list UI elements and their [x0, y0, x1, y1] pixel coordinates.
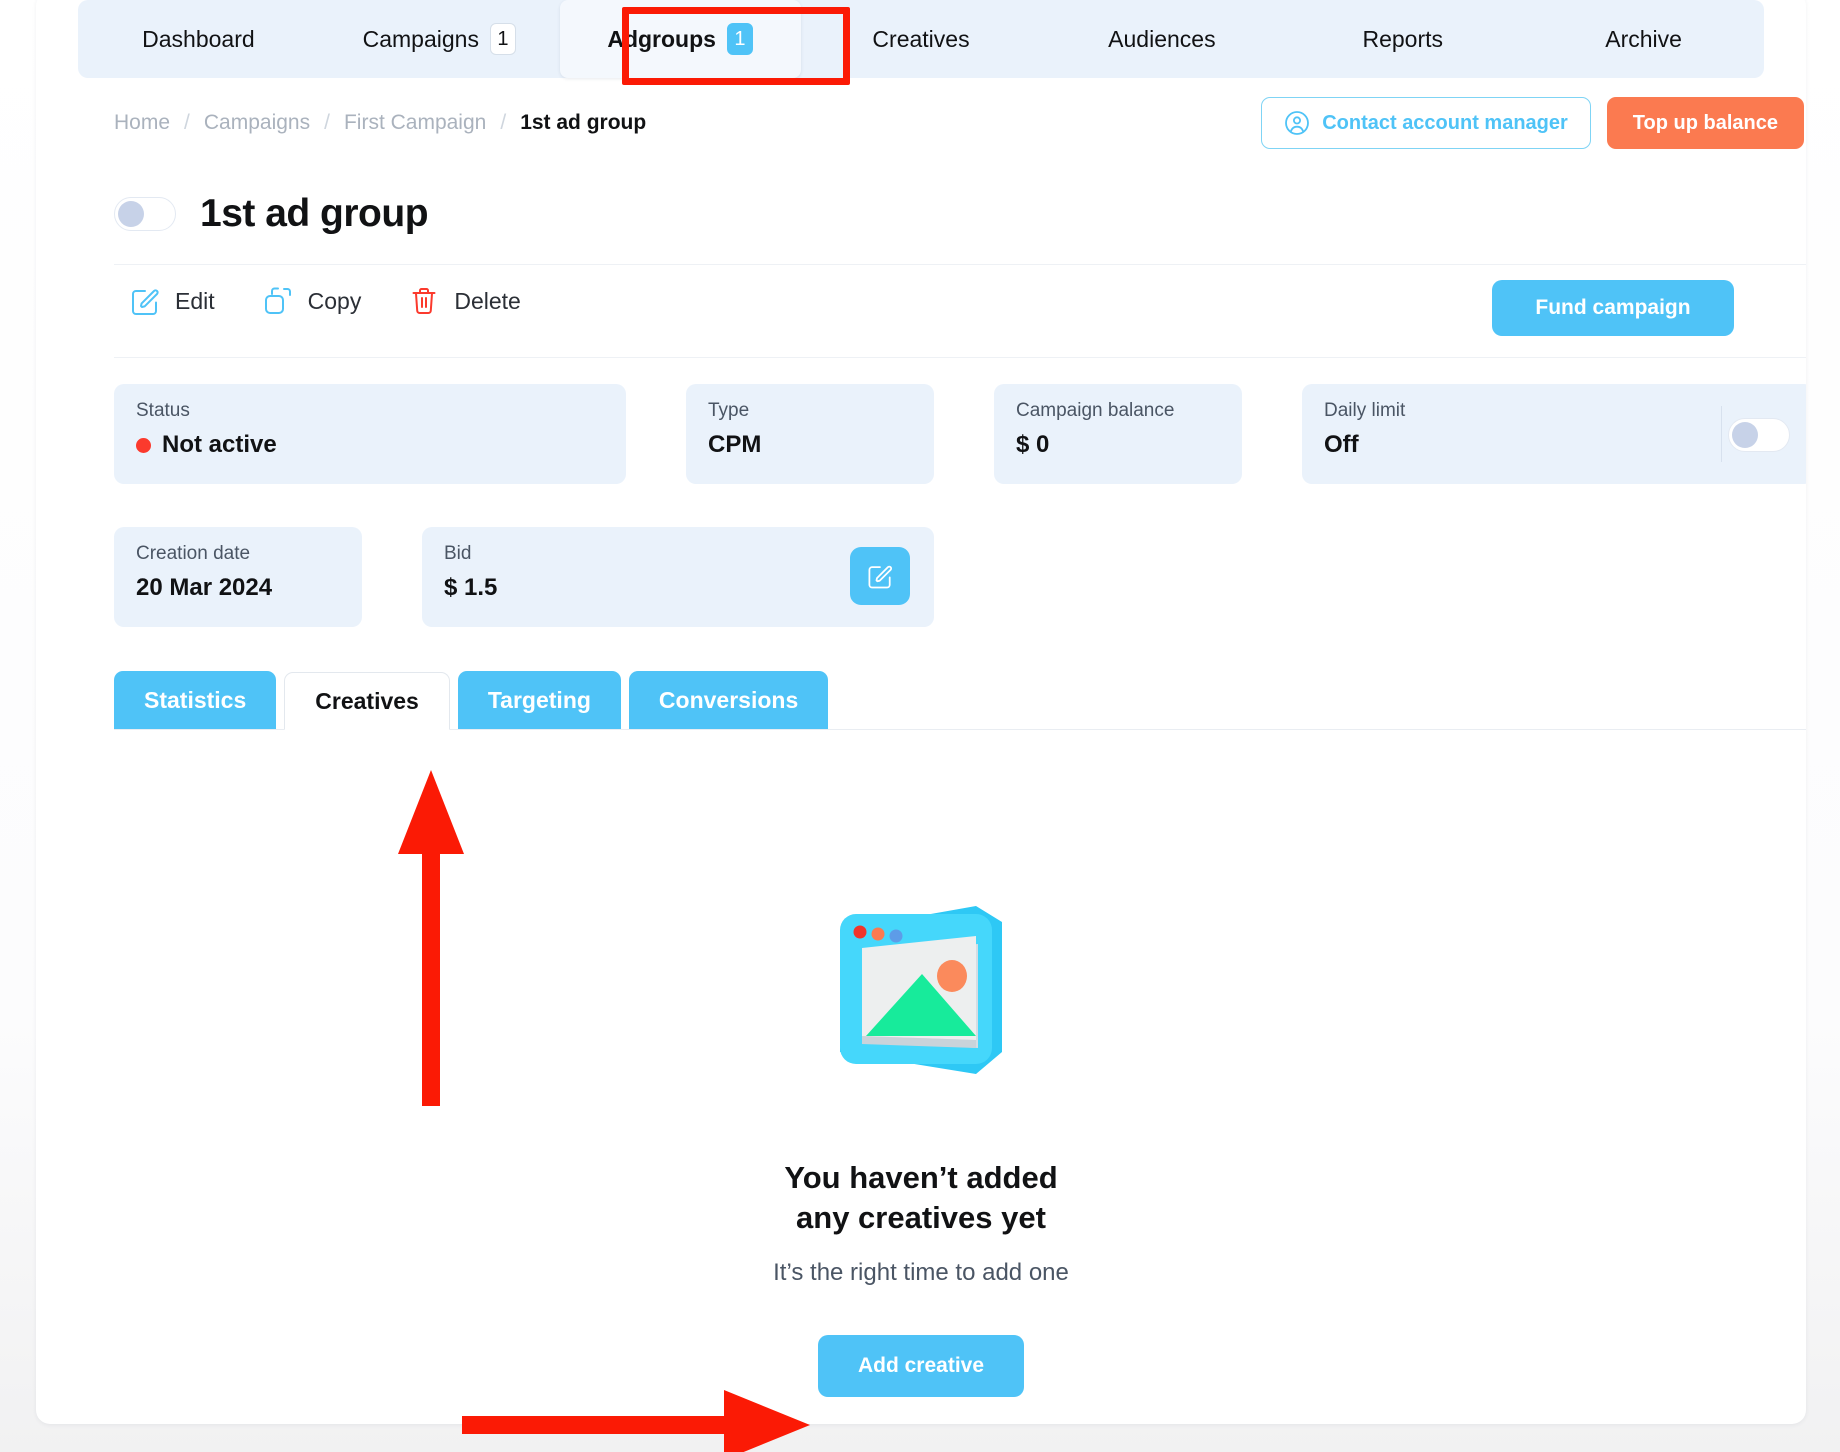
stat-label: Bid — [444, 543, 472, 564]
fund-campaign-label: Fund campaign — [1535, 296, 1691, 319]
empty-state: You haven’t added any creatives yet It’s… — [36, 892, 1806, 1398]
nav-label: Campaigns — [362, 25, 479, 52]
toggle-knob — [1732, 422, 1758, 448]
stat-label: Type — [708, 400, 750, 421]
stat-value: $ 0 — [1016, 431, 1050, 458]
breadcrumb-item-campaigns[interactable]: Campaigns — [204, 111, 310, 135]
nav-item-archive[interactable]: Archive — [1523, 0, 1764, 78]
stat-card-bid: Bid $ 1.5 — [422, 527, 934, 627]
stat-card-creation-date: Creation date 20 Mar 2024 — [114, 527, 362, 627]
stat-value: CPM — [708, 431, 762, 458]
breadcrumb-item-first-campaign[interactable]: First Campaign — [344, 111, 486, 135]
breadcrumb-item-current: 1st ad group — [520, 111, 647, 134]
tab-label: Targeting — [487, 686, 591, 713]
stat-value-wrap: Not active — [136, 431, 604, 459]
divider-below-actionbar — [114, 357, 1806, 358]
contact-account-manager-label: Contact account manager — [1322, 111, 1568, 134]
page-title-row: 1st ad group — [114, 192, 429, 236]
stat-card-status: Status Not active — [114, 384, 626, 484]
fund-campaign-button[interactable]: Fund campaign — [1492, 280, 1734, 336]
delete-button[interactable]: Delete — [407, 284, 521, 318]
header-actions: Contact account manager Top up balance — [1261, 97, 1804, 149]
nav-item-dashboard[interactable]: Dashboard — [78, 0, 319, 78]
tab-statistics[interactable]: Statistics — [114, 671, 277, 729]
stat-value: Not active — [162, 431, 277, 458]
annotation-arrow-up — [398, 770, 464, 1106]
action-bar: Edit Copy Delete — [128, 284, 521, 318]
nav-item-adgroups[interactable]: Adgroups 1 — [559, 0, 801, 78]
stat-label: Status — [136, 400, 190, 421]
breadcrumb-row: Home / Campaigns / First Campaign / 1st … — [114, 92, 1804, 154]
breadcrumb-separator: / — [184, 111, 190, 134]
nav-label: Creatives — [872, 25, 970, 52]
empty-heading-line-2: any creatives yet — [796, 1199, 1046, 1235]
bid-edit-button[interactable] — [850, 547, 910, 605]
top-up-balance-button[interactable]: Top up balance — [1606, 97, 1804, 149]
image-placeholder-window-icon — [840, 906, 1002, 1074]
stat-label: Campaign balance — [1016, 400, 1175, 421]
copy-label: Copy — [307, 287, 362, 314]
nav-label: Reports — [1362, 25, 1443, 52]
stat-value: 20 Mar 2024 — [136, 574, 273, 601]
tab-conversions[interactable]: Conversions — [628, 671, 829, 729]
contact-account-manager-button[interactable]: Contact account manager — [1261, 97, 1591, 149]
breadcrumb-item-home[interactable]: Home — [114, 111, 170, 135]
detail-tabs: Statistics Creatives Targeting Conversio… — [114, 671, 1806, 730]
stat-card-type: Type CPM — [686, 384, 934, 484]
edit-button[interactable]: Edit — [128, 284, 215, 318]
nav-label: Audiences — [1108, 25, 1216, 52]
trash-icon — [412, 288, 436, 314]
adgroup-enable-toggle[interactable] — [114, 197, 176, 231]
empty-heading-line-1: You haven’t added — [784, 1160, 1058, 1195]
nav-badge-adgroups: 1 — [726, 23, 753, 55]
nav-label: Dashboard — [142, 25, 255, 52]
nav-label: Adgroups — [607, 25, 716, 52]
stat-label: Creation date — [136, 543, 251, 564]
nav-item-creatives[interactable]: Creatives — [801, 0, 1042, 78]
top-up-balance-label: Top up balance — [1632, 111, 1778, 134]
toggle-knob — [118, 201, 144, 227]
daily-limit-toggle[interactable] — [1728, 418, 1790, 452]
breadcrumb: Home / Campaigns / First Campaign / 1st … — [114, 111, 646, 135]
copy-button[interactable]: Copy — [261, 284, 362, 318]
nav-item-reports[interactable]: Reports — [1282, 0, 1523, 78]
stats-row-primary: Status Not active Type CPM Campaign bala… — [114, 384, 1806, 484]
tab-label: Conversions — [658, 686, 799, 713]
content-card: Dashboard Campaigns 1 Adgroups 1 Creativ… — [36, 0, 1806, 1424]
add-creative-label: Add creative — [857, 1354, 985, 1378]
delete-label: Delete — [454, 287, 521, 314]
nav-item-audiences[interactable]: Audiences — [1041, 0, 1282, 78]
nav-badge-campaigns: 1 — [489, 23, 516, 55]
edit-pencil-icon — [132, 289, 159, 315]
top-navigation: Dashboard Campaigns 1 Adgroups 1 Creativ… — [78, 0, 1764, 78]
breadcrumb-separator: / — [324, 111, 330, 134]
breadcrumb-separator: / — [500, 111, 507, 134]
annotation-arrow-right — [462, 1390, 810, 1452]
empty-state-heading: You haven’t added any creatives yet — [784, 1158, 1057, 1237]
empty-state-subtext: It’s the right time to add one — [773, 1259, 1069, 1287]
user-circle-icon — [1285, 111, 1310, 135]
tab-label: Statistics — [144, 686, 247, 713]
app-page: Dashboard Campaigns 1 Adgroups 1 Creativ… — [0, 0, 1840, 1452]
copy-icon — [264, 287, 291, 314]
stat-card-campaign-balance: Campaign balance $ 0 — [994, 384, 1242, 484]
divider-above-actionbar — [114, 264, 1806, 265]
nav-item-campaigns[interactable]: Campaigns 1 — [319, 0, 560, 78]
nav-label: Archive — [1605, 25, 1682, 52]
tab-creatives[interactable]: Creatives — [284, 672, 450, 730]
stat-card-daily-limit: Daily limit Off — [1302, 384, 1806, 484]
stats-row-secondary: Creation date 20 Mar 2024 Bid $ 1.5 — [114, 527, 934, 627]
edit-label: Edit — [175, 287, 215, 314]
tab-targeting[interactable]: Targeting — [457, 671, 621, 729]
edit-pencil-icon — [868, 565, 892, 589]
daily-limit-divider — [1721, 406, 1722, 462]
tab-label: Creatives — [315, 687, 419, 714]
status-dot-icon — [136, 437, 151, 453]
add-creative-button[interactable]: Add creative — [818, 1335, 1024, 1398]
stat-value: $ 1.5 — [444, 574, 498, 601]
page-title: 1st ad group — [200, 192, 429, 235]
